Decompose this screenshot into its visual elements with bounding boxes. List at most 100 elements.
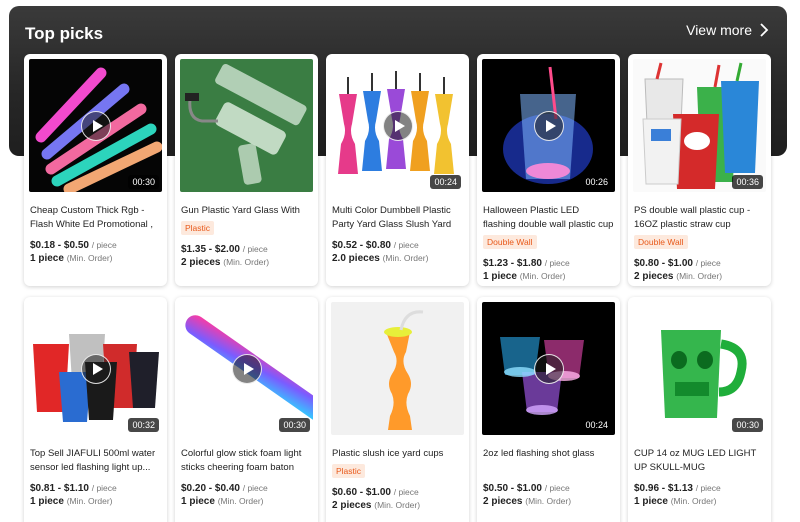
product-title[interactable]: 2oz led flashing shot glass bbox=[482, 447, 615, 475]
product-card[interactable]: 00:32 Top Sell JIAFULI 500ml water sensor… bbox=[24, 297, 167, 522]
product-image[interactable]: 00:26 bbox=[482, 59, 615, 192]
product-image[interactable]: 00:30 bbox=[180, 302, 313, 435]
product-photo bbox=[633, 59, 766, 192]
price-range: $0.80 - $1.00 bbox=[634, 258, 693, 269]
product-price: $0.80 - $1.00 / piece bbox=[633, 258, 766, 269]
product-tag: Plastic bbox=[181, 221, 215, 235]
product-price: $0.20 - $0.40 / piece bbox=[180, 483, 313, 494]
play-icon[interactable] bbox=[231, 353, 262, 384]
product-tag: Plastic bbox=[332, 464, 366, 478]
product-card[interactable]: 00:24 Multi Color Dumbbell Plastic Party … bbox=[326, 54, 469, 286]
product-price: $0.96 - $1.13 / piece bbox=[633, 483, 766, 494]
play-icon[interactable] bbox=[533, 353, 564, 384]
min-order-qty: 1 piece bbox=[181, 496, 215, 507]
product-image[interactable]: 00:30 bbox=[29, 59, 162, 192]
min-order: 2 pieces (Min. Order) bbox=[331, 500, 464, 511]
price-unit: / piece bbox=[91, 483, 117, 493]
product-tag: Double Wall bbox=[483, 235, 537, 249]
min-order-label: (Min. Order) bbox=[66, 496, 113, 506]
price-range: $1.23 - $1.80 bbox=[483, 258, 542, 269]
product-image[interactable] bbox=[331, 302, 464, 435]
price-range: $0.50 - $1.00 bbox=[483, 483, 542, 494]
product-card[interactable]: Plastic slush ice yard cups Plastic $0.60 … bbox=[326, 297, 469, 522]
product-photo bbox=[331, 302, 464, 435]
product-image[interactable]: 00:24 bbox=[331, 59, 464, 192]
product-image[interactable]: 00:32 bbox=[29, 302, 162, 435]
min-order-qty: 2 pieces bbox=[181, 257, 221, 268]
play-icon[interactable] bbox=[80, 353, 111, 384]
product-title[interactable]: Cheap Custom Thick Rgb - Flash White Ed … bbox=[29, 204, 162, 232]
min-order-label: (Min. Order) bbox=[223, 257, 270, 267]
product-price: $0.52 - $0.80 / piece bbox=[331, 240, 464, 251]
min-order-qty: 1 piece bbox=[634, 496, 668, 507]
video-duration: 00:30 bbox=[128, 175, 159, 189]
play-icon[interactable] bbox=[533, 110, 564, 141]
video-duration: 00:24 bbox=[430, 175, 461, 189]
view-more-label: View more bbox=[686, 22, 752, 38]
price-unit: / piece bbox=[91, 240, 117, 250]
video-duration: 00:32 bbox=[128, 418, 159, 432]
product-card[interactable]: 00:30 CUP 14 oz MUG LED LIGHT UP SKULL-MU… bbox=[628, 297, 771, 522]
product-card[interactable]: 00:24 2oz led flashing shot glass $0.50 - … bbox=[477, 297, 620, 522]
product-title[interactable]: Halloween Plastic LED flashing double wa… bbox=[482, 204, 615, 232]
product-title[interactable]: Multi Color Dumbbell Plastic Party Yard … bbox=[331, 204, 464, 232]
product-title[interactable]: Plastic slush ice yard cups bbox=[331, 447, 464, 461]
price-range: $0.96 - $1.13 bbox=[634, 483, 693, 494]
play-icon[interactable] bbox=[382, 110, 413, 141]
price-range: $0.81 - $1.10 bbox=[30, 483, 89, 494]
product-price: $0.50 - $1.00 / piece bbox=[482, 483, 615, 494]
product-card[interactable]: 00:26 Halloween Plastic LED flashing doub… bbox=[477, 54, 620, 286]
product-price: $1.23 - $1.80 / piece bbox=[482, 258, 615, 269]
price-unit: / piece bbox=[695, 258, 721, 268]
min-order: 2 pieces (Min. Order) bbox=[633, 271, 766, 282]
price-unit: / piece bbox=[242, 244, 268, 254]
play-icon[interactable] bbox=[80, 110, 111, 141]
product-card[interactable]: 00:30 Colorful glow stick foam light stic… bbox=[175, 297, 318, 522]
product-image[interactable]: 00:36 bbox=[633, 59, 766, 192]
price-range: $1.35 - $2.00 bbox=[181, 244, 240, 255]
min-order-qty: 2 pieces bbox=[634, 271, 674, 282]
product-price: $0.81 - $1.10 / piece bbox=[29, 483, 162, 494]
product-price: $0.60 - $1.00 / piece bbox=[331, 487, 464, 498]
min-order-label: (Min. Order) bbox=[525, 496, 572, 506]
product-tag: Double Wall bbox=[634, 235, 688, 249]
price-range: $0.60 - $1.00 bbox=[332, 487, 391, 498]
product-image[interactable] bbox=[180, 59, 313, 192]
product-image[interactable]: 00:30 bbox=[633, 302, 766, 435]
price-unit: / piece bbox=[393, 487, 419, 497]
video-duration: 00:30 bbox=[279, 418, 310, 432]
product-title[interactable]: Gun Plastic Yard Glass With Straw bbox=[180, 204, 313, 218]
product-title[interactable]: Top Sell JIAFULI 500ml water sensor led … bbox=[29, 447, 162, 475]
min-order-qty: 2 pieces bbox=[483, 496, 523, 507]
min-order-qty: 2.0 pieces bbox=[332, 253, 380, 264]
min-order: 1 piece (Min. Order) bbox=[29, 496, 162, 507]
view-more-link[interactable]: View more bbox=[686, 22, 770, 38]
min-order: 2 pieces (Min. Order) bbox=[482, 496, 615, 507]
chevron-right-icon bbox=[760, 23, 769, 37]
min-order-qty: 1 piece bbox=[30, 496, 64, 507]
min-order: 1 piece (Min. Order) bbox=[180, 496, 313, 507]
price-unit: / piece bbox=[544, 483, 570, 493]
price-range: $0.18 - $0.50 bbox=[30, 240, 89, 251]
product-price: $0.18 - $0.50 / piece bbox=[29, 240, 162, 251]
min-order: 1 piece (Min. Order) bbox=[482, 271, 615, 282]
min-order: 2.0 pieces (Min. Order) bbox=[331, 253, 464, 264]
min-order-label: (Min. Order) bbox=[676, 271, 723, 281]
section-title: Top picks bbox=[25, 24, 104, 43]
product-title[interactable]: CUP 14 oz MUG LED LIGHT UP SKULL-MUG bbox=[633, 447, 766, 475]
product-card[interactable]: 00:36 PS double wall plastic cup - 16OZ p… bbox=[628, 54, 771, 286]
product-title[interactable]: PS double wall plastic cup - 16OZ plasti… bbox=[633, 204, 766, 232]
product-title[interactable]: Colorful glow stick foam light sticks ch… bbox=[180, 447, 313, 475]
product-image[interactable]: 00:24 bbox=[482, 302, 615, 435]
min-order-qty: 1 piece bbox=[30, 253, 64, 264]
min-order: 1 piece (Min. Order) bbox=[633, 496, 766, 507]
min-order-label: (Min. Order) bbox=[519, 271, 566, 281]
min-order: 1 piece (Min. Order) bbox=[29, 253, 162, 264]
product-card[interactable]: 00:30 Cheap Custom Thick Rgb - Flash Whit… bbox=[24, 54, 167, 286]
product-card[interactable]: Gun Plastic Yard Glass With Straw Plastic… bbox=[175, 54, 318, 286]
price-unit: / piece bbox=[393, 240, 419, 250]
min-order: 2 pieces (Min. Order) bbox=[180, 257, 313, 268]
product-price: $1.35 - $2.00 / piece bbox=[180, 244, 313, 255]
video-duration: 00:36 bbox=[732, 175, 763, 189]
price-unit: / piece bbox=[695, 483, 721, 493]
